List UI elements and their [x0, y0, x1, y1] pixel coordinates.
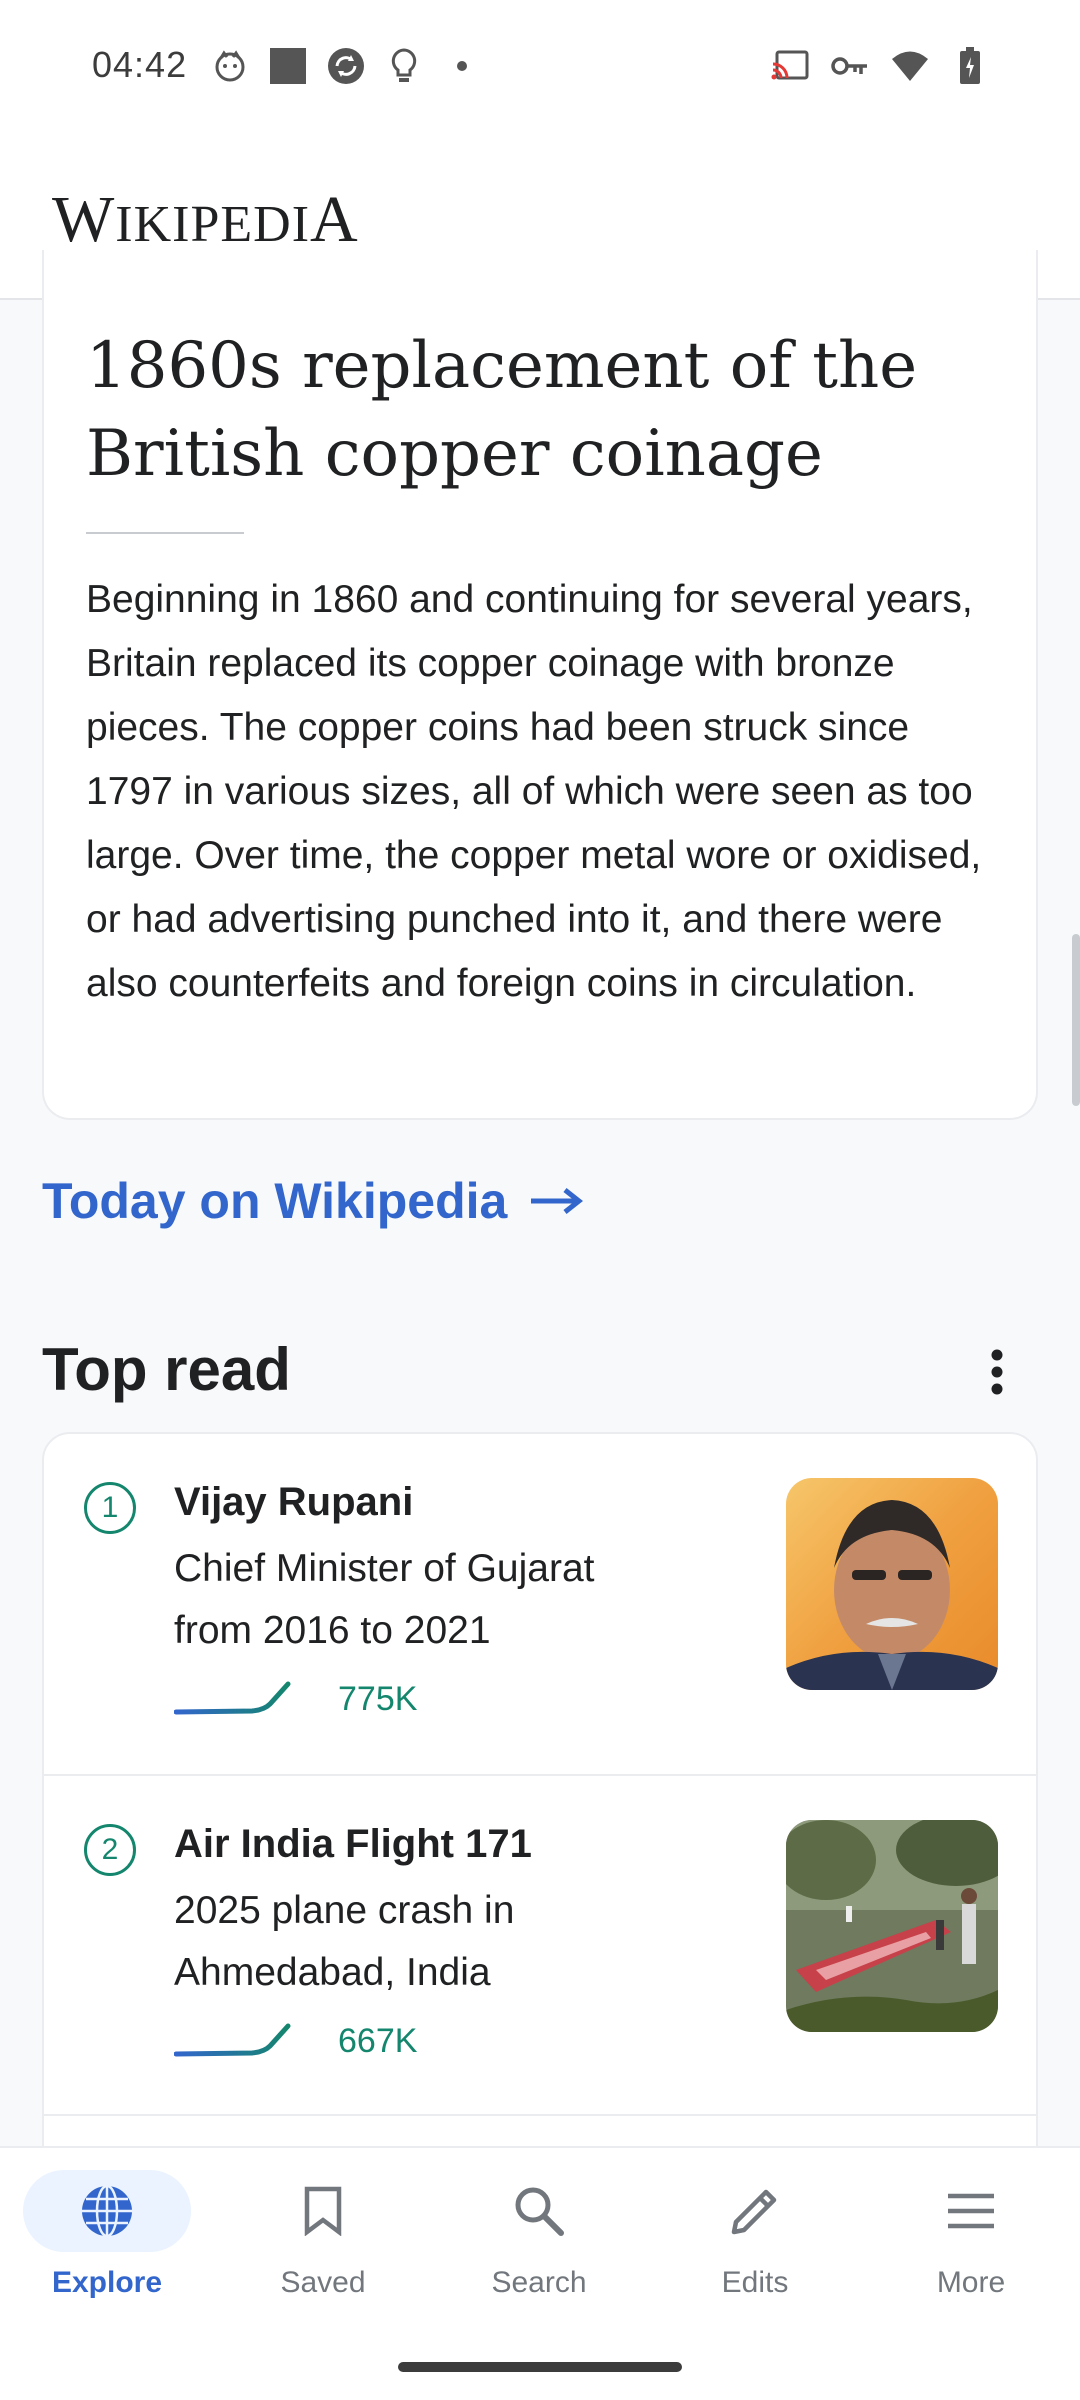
- nav-saved[interactable]: Saved: [228, 2170, 418, 2340]
- status-notification-icons: [210, 46, 482, 86]
- today-link-label: Today on Wikipedia: [42, 1173, 508, 1229]
- top-read-heading: Top read: [42, 1336, 291, 1403]
- article-description: Chief Minister of Gujarat from 2016 to 2…: [174, 1547, 595, 1652]
- nav-search[interactable]: Search: [444, 2170, 634, 2340]
- square-icon: [268, 46, 308, 86]
- cat-face-icon: [210, 46, 250, 86]
- featured-article-card[interactable]: 1860s replacement of the British copper …: [42, 250, 1038, 1120]
- menu-icon: [887, 2170, 1055, 2252]
- today-on-wikipedia-link[interactable]: Today on Wikipedia: [42, 1172, 584, 1230]
- lightbulb-icon: [384, 46, 424, 86]
- pencil-icon: [671, 2170, 839, 2252]
- wordmark-middle: IKIPEDI: [115, 196, 311, 253]
- battery-icon: [950, 46, 990, 86]
- status-bar: 04:42: [0, 0, 1080, 140]
- wordmark-final: A: [310, 183, 359, 256]
- nav-explore[interactable]: Explore: [12, 2170, 202, 2340]
- pageviews-sparkline-icon: [174, 1681, 291, 1715]
- dot-icon: [442, 46, 482, 86]
- wikipedia-wordmark: WIKIPEDIA: [52, 182, 359, 258]
- bookmark-icon: [239, 2170, 407, 2252]
- search-icon: [455, 2170, 623, 2252]
- article-title: Air India Flight 171: [174, 1822, 532, 1866]
- article-thumbnail: [786, 1478, 998, 1690]
- scrollbar[interactable]: [1072, 934, 1080, 1106]
- nav-more[interactable]: More: [876, 2170, 1066, 2340]
- wifi-icon: [890, 46, 930, 86]
- pageviews-sparkline-icon: [174, 2023, 291, 2057]
- nav-saved-label: Saved: [280, 2266, 366, 2299]
- nav-search-label: Search: [491, 2266, 587, 2299]
- nav-explore-label: Explore: [51, 2266, 163, 2299]
- featured-article-extract: Beginning in 1860 and continuing for sev…: [86, 578, 982, 1005]
- globe-icon: [23, 2170, 191, 2252]
- nav-edits-label: Edits: [721, 2266, 789, 2299]
- article-title: Vijay Rupani: [174, 1480, 414, 1524]
- overflow-menu-icon[interactable]: [974, 1344, 1020, 1400]
- featured-divider: [86, 532, 244, 534]
- nav-more-label: More: [936, 2266, 1006, 2299]
- top-read-item[interactable]: 2 Air India Flight 171 2025 plane crash …: [44, 1774, 1036, 2114]
- vpn-key-icon: [830, 46, 870, 86]
- arrow-right-icon: [531, 1188, 584, 1214]
- article-description: 2025 plane crash in Ahmedabad, India: [174, 1889, 515, 1994]
- article-thumbnail: [786, 1820, 998, 2032]
- status-system-icons: [770, 46, 990, 86]
- top-read-item[interactable]: 1 Vijay Rupani Chief Minister of Gujarat…: [44, 1434, 1036, 1774]
- gesture-home-bar[interactable]: [398, 2362, 682, 2372]
- pageviews-count: 775K: [338, 1680, 418, 1718]
- rank-badge: 2: [84, 1824, 136, 1876]
- wordmark-initial: W: [52, 183, 116, 256]
- pageviews-count: 667K: [338, 2022, 418, 2060]
- status-time: 04:42: [92, 44, 188, 85]
- cast-icon: [770, 46, 810, 86]
- sync-icon: [326, 46, 366, 86]
- rank-badge: 1: [84, 1482, 136, 1534]
- featured-article-title: 1860s replacement of the British copper …: [86, 329, 918, 491]
- nav-edits[interactable]: Edits: [660, 2170, 850, 2340]
